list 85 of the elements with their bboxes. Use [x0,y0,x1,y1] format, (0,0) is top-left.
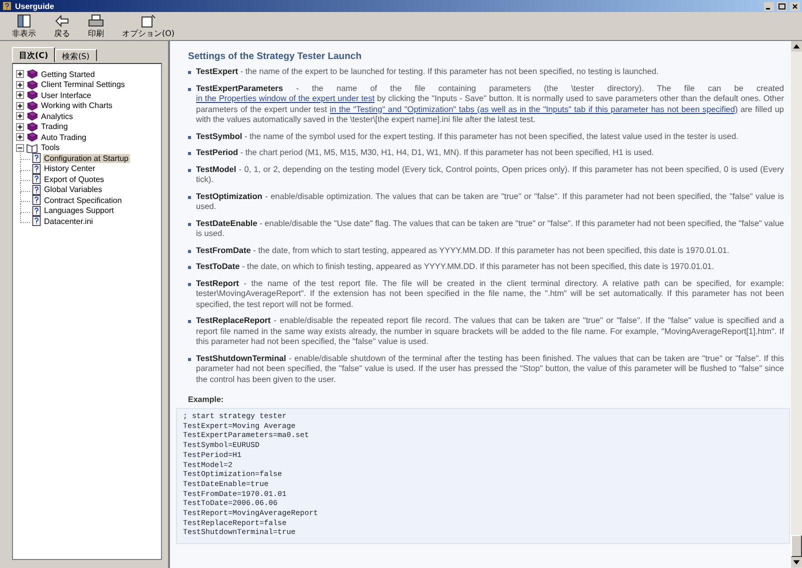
collapse-icon[interactable] [16,144,24,152]
tree-item[interactable]: Global Variables [43,185,104,194]
bullet-icon [188,266,191,269]
toolbar-button[interactable]: 非表示 [8,12,40,40]
bullet-icon [188,222,191,226]
bullet-icon [188,168,191,172]
tree-item[interactable]: Getting Started [40,70,96,79]
printer-icon [88,14,104,28]
tree-item[interactable]: Analytics [40,112,74,121]
book-icon [26,90,38,100]
expand-icon[interactable] [16,122,24,131]
parameter-description: TestExpert - the name of the expert to be launched for testing. If this parameter has not been specified, no testing is launched. [196,67,659,78]
book-icon [26,122,38,132]
tree-item[interactable]: Datacenter.ini [43,216,94,226]
close-button[interactable] [790,2,800,10]
parameter-description: TestReport - the name of the test report file. The file will be created in the client terminal directory. A relative path can be specified, for example: tester\MovingAverageReport". If the extension has not been specified in the file name, the ".htm" will be set automatically. If this parameter has not been specified, the test report will not be formed. [196,278,784,310]
help-link[interactable]: in the Properties window of the expert under test [196,94,375,103]
help-page-icon [32,184,41,195]
parameter-description: TestOptimization - enable/disable optimization. The values that can be taken are "true" or "false". If this parameter had not been specified, the "false" value is used. [196,192,784,212]
tree-item[interactable]: User Interface [40,90,92,100]
bullet-icon [188,320,191,323]
parameter-description: TestDateEnable - enable/disable the "Use date" flag. The values that can be taken are "true" or "false". If this parameter had not been specified, the "false" value is used. [196,218,784,240]
tree-item[interactable]: Languages Support [43,206,115,216]
book-icon [26,132,38,142]
parameter-description: TestShutdownTerminal - enable/disable shutdown of the terminal after the testing has been finished. The values that can be taken are "true" or "false". If this parameter had not been specified, the "false" value is used. If the user has pressed the "Stop" button, the value of this parameter will be flushed to "false" since the control has been given to the user. [196,354,784,385]
help-page-icon [32,174,41,184]
expand-icon[interactable] [16,80,24,89]
bullet-icon [188,152,191,155]
book-icon [26,69,38,80]
expand-icon[interactable] [16,112,24,120]
section-heading: Settings of the Strategy Tester Launch [188,51,362,62]
help-page-icon [32,195,41,206]
scrollbar[interactable] [791,41,802,568]
parameter-description: TestExpertParameters - the name of the file containing parameters (the \tester directory). The file can be created in the Properties window of the expert under test by clicking the "Inputs - Save" button. It is normally used to save parameters other than the default ones. Other parameters of the expert under test in the "Testing" and "Optimization" tabs (as well as in the "Inputs" tab if this parameter has not been specified) are filled up with the values automatically saved in the \tester\[the expert name].ini file after the latest test. [196,84,784,126]
scroll-down-icon[interactable] [791,557,802,568]
expand-icon[interactable] [16,102,24,110]
maximize-button[interactable] [777,2,787,10]
tree-item[interactable]: History Center [43,164,96,174]
tree-item[interactable]: Configuration at Startup [43,154,130,163]
bullet-icon [188,196,191,198]
parameter-description: TestModel - 0, 1, or 2, depending on the testing model (Every tick, Control points, Open prices only). If this parameter has not been specified, 0 is used (Every tick). [196,164,784,186]
tree-item[interactable]: Auto Trading [40,132,88,142]
toolbar-button[interactable]: オプション(O) [118,12,179,40]
bullet-icon [188,88,191,90]
open-book-icon [26,142,38,153]
toolbar-button[interactable]: 戻る [50,12,74,40]
example-label: Example: [188,395,225,404]
back-arrow-icon [54,14,70,28]
tree-item[interactable]: Working with Charts [40,101,114,110]
parameter-description: TestPeriod - the chart period (M1, M5, M15, M30, H1, H4, D1, W1, MN). If this parameter has not been specified, H1 is used. [196,148,654,158]
parameter-description: TestToDate - the date, on which to finish testing, appeared as YYYY.MM.DD. If this parameter has not been specified, this date is 1970.01.01. [196,262,714,272]
toolbar-button[interactable]: 印刷 [84,12,108,40]
window-title: Userguide [15,2,54,10]
expand-icon[interactable] [16,91,24,100]
bullet-icon [188,250,191,252]
book-icon [26,100,38,111]
expand-icon[interactable] [16,70,24,78]
parameter-description: TestSymbol - the name of the symbol used for the expert testing. If this parameter has not been specified, the latest value used in the tester is used. [196,132,738,142]
bullet-icon [188,136,191,138]
book-icon [26,111,38,122]
parameter-description: TestFromDate - the date, from which to start testing, appeared as YYYY.MM.DD. If this parameter has not been specified, this date is 1970.01.01. [196,246,730,256]
tree-item[interactable]: Export of Quotes [43,174,106,184]
help-link[interactable]: in the "Testing" and "Optimization" tabs (as well as in the "Inputs" tab if this parameter has not been specified) [330,104,738,114]
scroll-thumb[interactable] [791,535,802,558]
window-panel-icon [16,14,32,28]
help-page-icon [32,206,41,216]
tab[interactable]: 目次(C) [12,47,56,62]
help-page-icon [32,153,41,164]
minimize-button[interactable] [764,2,774,10]
bullet-icon [188,71,191,74]
tree-item[interactable]: Tools [40,143,61,152]
tree-item[interactable]: Contract Specification [43,196,123,205]
help-page-icon [32,216,41,226]
tab[interactable]: 検索(S) [55,49,97,61]
help-book-icon [2,1,12,11]
tree-item[interactable]: Trading [40,122,69,132]
bullet-icon [188,358,191,360]
expand-icon[interactable] [16,133,24,142]
parameter-description: TestReplaceReport - enable/disable the repeated report file record. The values that can be taken are "true" or "false". If the "false" value is specified and a report file named in the same way exists already, the number in square brackets will be added to the file name. For example, "MovingAverageReport[1].htm". If this parameter had not been specified, the "false" value is used. [196,316,784,348]
book-icon [26,80,38,90]
help-page-icon [32,164,41,174]
bullet-icon [188,282,191,286]
options-icon [140,14,156,28]
tree-item[interactable]: Client Terminal Settings [40,80,126,90]
scroll-up-icon[interactable] [791,41,802,52]
